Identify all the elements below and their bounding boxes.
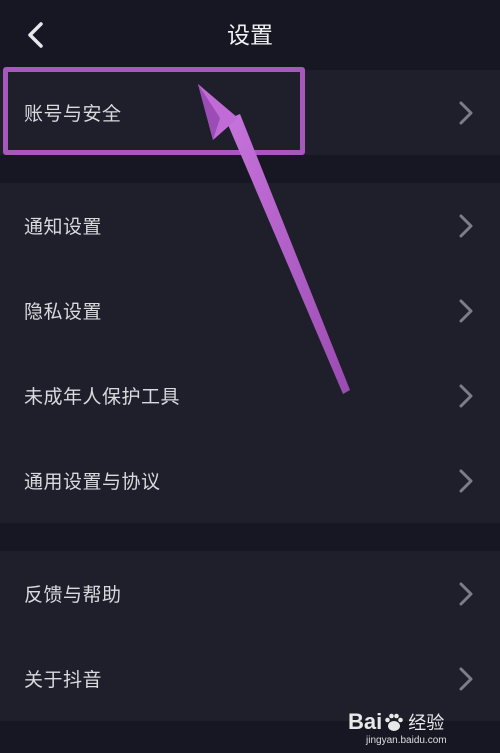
settings-group-about: 反馈与帮助 关于抖音 bbox=[0, 551, 500, 721]
settings-item-label: 隐私设置 bbox=[24, 301, 103, 323]
settings-item-label: 反馈与帮助 bbox=[24, 584, 122, 606]
settings-item-label: 关于抖音 bbox=[24, 669, 103, 691]
chevron-right-icon bbox=[459, 214, 473, 237]
settings-group-general: 通知设置 隐私设置 未成年人保护工具 通用设置与协议 bbox=[0, 183, 500, 523]
page-title: 设置 bbox=[227, 23, 273, 49]
chevron-right-icon bbox=[459, 384, 473, 407]
settings-item-label: 通知设置 bbox=[24, 216, 103, 238]
chevron-right-icon bbox=[459, 299, 473, 322]
settings-item-label: 未成年人保护工具 bbox=[24, 386, 181, 408]
settings-item-label: 通用设置与协议 bbox=[24, 471, 161, 493]
settings-item-general-agreements[interactable]: 通用设置与协议 bbox=[0, 438, 500, 523]
chevron-right-icon bbox=[459, 582, 473, 605]
settings-group-account: 账号与安全 bbox=[0, 70, 500, 155]
chevron-right-icon bbox=[459, 101, 473, 124]
settings-item-label: 账号与安全 bbox=[24, 103, 122, 125]
settings-item-account-security[interactable]: 账号与安全 bbox=[0, 70, 500, 155]
chevron-right-icon bbox=[459, 469, 473, 492]
settings-item-notifications[interactable]: 通知设置 bbox=[0, 183, 500, 268]
watermark-url: jingyan.baidu.com bbox=[366, 735, 447, 746]
top-bar: 设置 bbox=[0, 0, 500, 70]
settings-item-feedback-help[interactable]: 反馈与帮助 bbox=[0, 551, 500, 636]
settings-item-about[interactable]: 关于抖音 bbox=[0, 636, 500, 721]
settings-item-privacy[interactable]: 隐私设置 bbox=[0, 268, 500, 353]
settings-item-minor-protection[interactable]: 未成年人保护工具 bbox=[0, 353, 500, 438]
chevron-right-icon bbox=[459, 667, 473, 690]
